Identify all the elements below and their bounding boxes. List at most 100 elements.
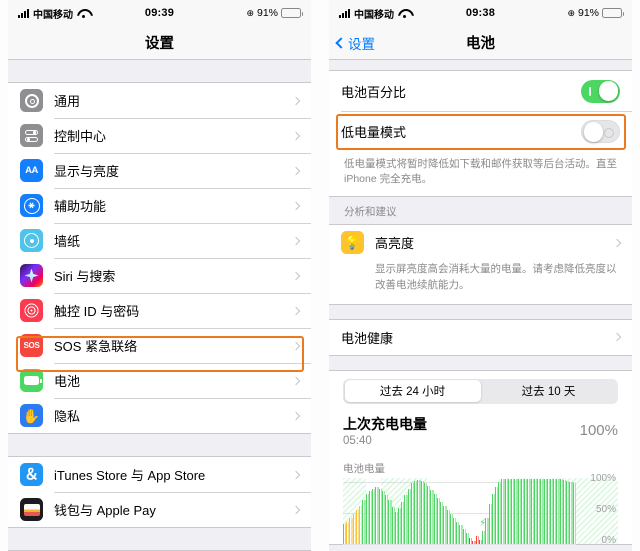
sos-icon: SOS [20, 334, 43, 357]
gridline-0 [343, 543, 576, 545]
time-range-segmented-control-wrap: 过去 24 小时 过去 10 天 [329, 370, 632, 410]
list-spacer [8, 434, 311, 456]
sidebar-item-touch-id[interactable]: 触控 ID 与密码 [8, 293, 311, 328]
right-phone-battery-screen: 中国移动 09:38 ⊕ 91% 设置 电池 电池百分比 低电量模式 低电量模式… [329, 0, 632, 551]
row-label: 低电量模式 [341, 124, 407, 140]
privacy-hand-icon: ✋ [20, 404, 43, 427]
row-label: Siri 与搜索 [54, 269, 116, 284]
settings-group-1: 通用 控制中心 AA 显示与亮度 ⚹ 辅助功能 墙纸 Siri 与搜索 触控 I… [8, 82, 311, 434]
list-spacer [329, 60, 632, 70]
back-label: 设置 [348, 36, 375, 52]
right-nav-bar: 设置 电池 [329, 26, 632, 60]
chevron-right-icon [291, 96, 301, 105]
battery-icon [20, 369, 43, 392]
row-label: 隐私 [54, 409, 81, 424]
sidebar-item-battery[interactable]: 电池 [8, 363, 311, 398]
battery-percent-label: 91% [577, 7, 599, 19]
suggestion-detail: 显示屏亮度高会消耗大量的电量。请考虑降低亮度以改善电池续航能力。 [329, 260, 632, 304]
chevron-right-icon [291, 505, 301, 514]
dual-phone-screenshot: 中国移动 09:39 ⊕ 91% 设置 通用 控制中心 AA 显示与亮度 ⚹ 辅… [0, 0, 640, 551]
battery-health-row[interactable]: 电池健康 [329, 319, 632, 355]
chevron-right-icon [291, 306, 301, 315]
battery-health-group: 电池健康 [329, 318, 632, 356]
sidebar-item-itunes-app-store[interactable]: ＆ iTunes Store 与 App Store [8, 457, 311, 492]
row-label: 电池健康 [341, 330, 394, 346]
chevron-right-icon [291, 341, 301, 350]
sidebar-item-accessibility[interactable]: ⚹ 辅助功能 [8, 188, 311, 223]
sidebar-item-control-center[interactable]: 控制中心 [8, 118, 311, 153]
low-power-mode-row[interactable]: 低电量模式 [329, 111, 632, 151]
control-center-icon [20, 124, 43, 147]
row-label: 高亮度 [375, 236, 415, 252]
low-power-footnote: 低电量模式将暂时降低如下载和邮件获取等后台活动。直至 iPhone 完全充电。 [329, 151, 632, 197]
row-label: iTunes Store 与 App Store [54, 468, 206, 483]
low-power-mode-toggle[interactable] [581, 119, 620, 143]
ytick-50: 50% [595, 503, 616, 515]
row-label: 电池 [54, 374, 81, 389]
last-charge-percent: 100% [579, 421, 618, 439]
row-label: 钱包与 Apple Pay [54, 503, 156, 518]
rotation-lock-icon: ⊕ [567, 7, 575, 18]
sidebar-item-general[interactable]: 通用 [8, 83, 311, 118]
row-label: 墙纸 [54, 234, 81, 249]
chevron-right-icon [291, 201, 301, 210]
chevron-right-icon [291, 376, 301, 385]
chevron-right-icon [291, 131, 301, 140]
left-settings-list[interactable]: 通用 控制中心 AA 显示与亮度 ⚹ 辅助功能 墙纸 Siri 与搜索 触控 I… [8, 60, 311, 551]
list-spacer [8, 528, 311, 550]
analysis-section-header: 分析和建议 [329, 197, 632, 225]
segment-last-24-hours[interactable]: 过去 24 小时 [344, 380, 481, 403]
status-right-group: ⊕ 91% [567, 7, 624, 19]
touch-id-icon [20, 299, 43, 322]
sidebar-item-display-brightness[interactable]: AA 显示与亮度 [8, 153, 311, 188]
row-label: 触控 ID 与密码 [54, 304, 140, 319]
chevron-right-icon [291, 470, 301, 479]
last-charge-text: 上次充电电量 05:40 [343, 414, 580, 447]
sidebar-item-sos[interactable]: SOS SOS 紧急联络 [8, 328, 311, 363]
usage-group: 过去 24 小时 过去 10 天 上次充电电量 05:40 100% 电池电量 [329, 369, 632, 546]
rotation-lock-icon: ⊕ [246, 7, 254, 18]
battery-low-power-icon [281, 8, 303, 18]
page-title: 电池 [466, 36, 495, 52]
accessibility-icon: ⚹ [20, 194, 43, 217]
chart-title: 电池电量 [343, 462, 385, 475]
battery-level-chart: ⚡ 100% 50% 0% [343, 473, 618, 546]
status-right-group: ⊕ 91% [246, 7, 303, 19]
ytick-0: 0% [601, 534, 616, 546]
sidebar-item-wallet-apple-pay[interactable]: 钱包与 Apple Pay [8, 492, 311, 527]
chart-bar [572, 483, 576, 544]
wallet-icon [20, 498, 43, 521]
list-spacer [329, 304, 632, 319]
page-title: 设置 [145, 36, 174, 52]
siri-icon [20, 264, 43, 287]
list-spacer [8, 60, 311, 82]
suggestion-group: 💡 高亮度 显示屏亮度高会消耗大量的电量。请考虑降低亮度以改善电池续航能力。 [329, 224, 632, 305]
battery-settings-list[interactable]: 电池百分比 低电量模式 低电量模式将暂时降低如下载和邮件获取等后台活动。直至 i… [329, 60, 632, 551]
chevron-left-icon [335, 36, 347, 49]
wallpaper-icon [20, 229, 43, 252]
battery-percent-label: 91% [256, 7, 278, 19]
sidebar-item-wallpaper[interactable]: 墙纸 [8, 223, 311, 258]
chevron-right-icon [291, 271, 301, 280]
segment-last-10-days[interactable]: 过去 10 天 [481, 380, 617, 402]
app-store-icon: ＆ [20, 463, 43, 486]
left-status-bar: 中国移动 09:39 ⊕ 91% [8, 0, 311, 26]
row-label: 显示与亮度 [54, 164, 120, 179]
left-phone-settings-screen: 中国移动 09:39 ⊕ 91% 设置 通用 控制中心 AA 显示与亮度 ⚹ 辅… [8, 0, 311, 551]
sidebar-item-privacy[interactable]: ✋ 隐私 [8, 398, 311, 433]
high-brightness-row[interactable]: 💡 高亮度 [329, 225, 632, 261]
sidebar-item-siri-search[interactable]: Siri 与搜索 [8, 258, 311, 293]
back-button[interactable]: 设置 [335, 26, 375, 59]
right-status-bar: 中国移动 09:38 ⊕ 91% [329, 0, 632, 26]
battery-percentage-row[interactable]: 电池百分比 [329, 71, 632, 111]
time-range-segmented-control[interactable]: 过去 24 小时 过去 10 天 [343, 378, 618, 404]
row-label: 通用 [54, 94, 81, 109]
battery-percentage-toggle[interactable] [581, 79, 620, 103]
chevron-right-icon [291, 236, 301, 245]
chevron-right-icon [612, 238, 622, 248]
gear-icon [20, 89, 43, 112]
left-nav-bar: 设置 [8, 26, 311, 60]
chart-y-axis-labels: 100% 50% 0% [578, 473, 618, 546]
last-charge-title: 上次充电电量 [343, 415, 427, 432]
battery-level-chart-section: 电池电量 ⚡ 100% 50% 0% [329, 454, 632, 546]
